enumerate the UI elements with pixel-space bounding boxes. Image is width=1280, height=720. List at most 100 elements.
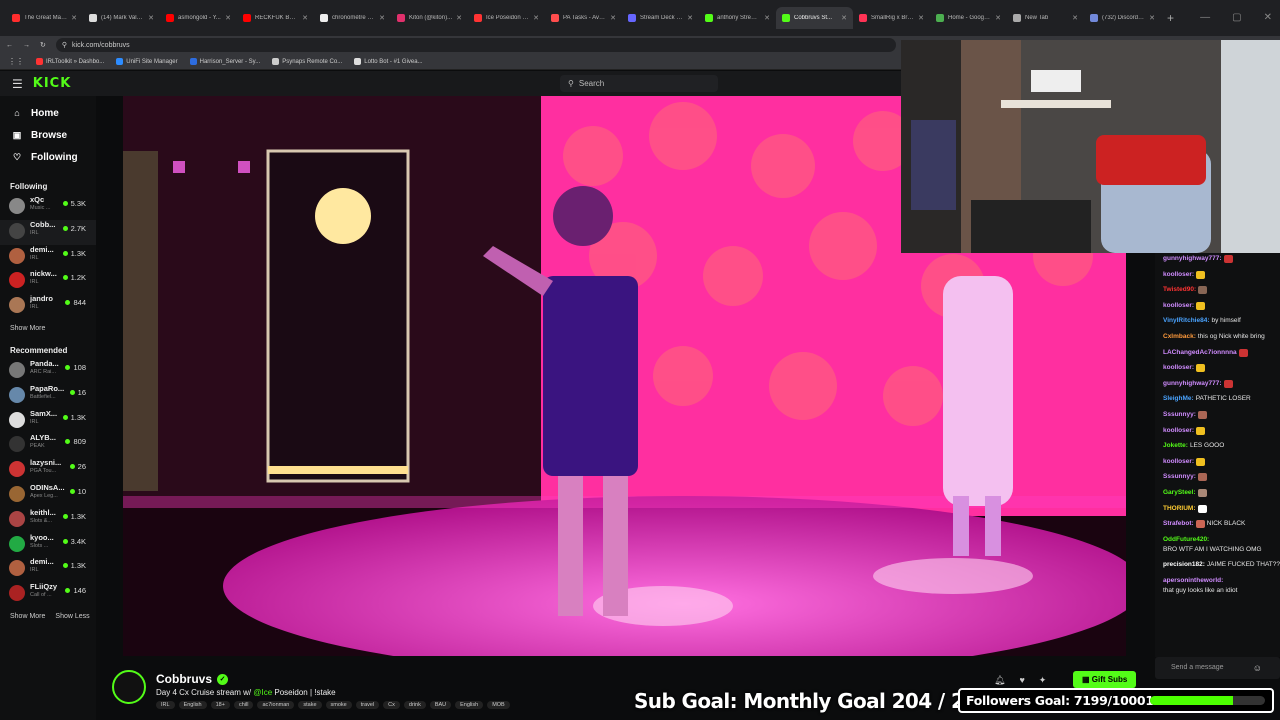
emote-picker-icon[interactable]: ☺ <box>1253 663 1262 673</box>
channel-avatar[interactable] <box>112 670 146 704</box>
sidebar-item-following[interactable]: ♡ Following <box>0 146 96 168</box>
tab-close-icon[interactable]: ✕ <box>225 14 231 22</box>
tab-close-icon[interactable]: ✕ <box>1149 14 1155 22</box>
stream-tag[interactable]: 18+ <box>210 701 230 709</box>
channel-list-item[interactable]: SamX... IRL 1.3K <box>0 409 96 434</box>
maximize-icon[interactable]: ▢ <box>1232 12 1241 23</box>
chat-username[interactable]: gunnyhighway777: <box>1163 380 1222 388</box>
stream-tag[interactable]: MOB <box>487 701 510 709</box>
stream-tag[interactable]: ac7ionman <box>257 701 295 709</box>
close-icon[interactable]: ✕ <box>1264 12 1272 23</box>
follow-heart-icon[interactable]: ♥ <box>1019 675 1024 686</box>
search-input[interactable]: ⚲ Search <box>560 75 718 92</box>
browser-tab[interactable]: (14) Mark Valo... ✕ <box>83 7 160 29</box>
channel-list-item[interactable]: ALYB... PEAK 809 <box>0 433 96 458</box>
forward-icon[interactable]: → <box>23 42 30 49</box>
browser-tab[interactable]: Ice Poseidon | T... ✕ <box>468 7 545 29</box>
channel-name[interactable]: Cobbruvs <box>156 672 212 686</box>
bookmark-item[interactable]: Harrison_Server - Sy... <box>189 58 260 65</box>
channel-list-item[interactable]: keithl... Slots &... 1.3K <box>0 508 96 533</box>
chat-username[interactable]: koolloser: <box>1163 302 1194 310</box>
chat-username[interactable]: koolloser: <box>1163 271 1194 279</box>
tab-close-icon[interactable]: ✕ <box>687 14 693 22</box>
chat-username[interactable]: VinylRitchie84: <box>1163 317 1209 325</box>
menu-icon[interactable]: ☰ <box>12 77 23 91</box>
share-icon[interactable]: ✦ <box>1039 675 1047 686</box>
stream-tag[interactable]: English <box>178 701 207 709</box>
browser-tab[interactable]: Home - Google... ✕ <box>930 7 1007 29</box>
chat-input[interactable]: Send a message ☺ <box>1155 657 1280 679</box>
browser-tab[interactable]: The Great Mar... ✕ <box>6 7 83 29</box>
chat-username[interactable]: Strafebot: <box>1163 520 1194 528</box>
show-more-recommended-button[interactable]: Show More <box>10 613 45 620</box>
browser-tab[interactable]: asmongold - Y... ✕ <box>160 7 237 29</box>
chat-username[interactable]: koolloser: <box>1163 364 1194 372</box>
browser-tab[interactable]: SmallRig x Bran...✕ <box>853 7 930 29</box>
url-field[interactable]: ⚲ kick.com/cobbruvs <box>55 38 896 52</box>
tab-close-icon[interactable]: ✕ <box>302 14 308 22</box>
chat-username[interactable]: Sssunnyy: <box>1163 473 1196 481</box>
browser-tab[interactable]: anthony Stream... ✕ <box>699 7 776 29</box>
stream-tag[interactable]: smoke <box>325 701 352 709</box>
browser-tab[interactable]: Kiton (@kiton)... ✕ <box>391 7 468 29</box>
chat-username[interactable]: Jokette: <box>1163 442 1188 450</box>
show-less-button[interactable]: Show Less <box>55 613 89 620</box>
sidebar-item-home[interactable]: ⌂ Home <box>0 102 96 124</box>
channel-list-item[interactable]: Cobb... IRL 2.7K <box>0 219 96 245</box>
channel-list-item[interactable]: xQc Music ... 5.3K <box>0 195 96 220</box>
chat-username[interactable]: koolloser: <box>1163 427 1194 435</box>
stream-tag[interactable]: drink <box>403 701 426 709</box>
chat-username[interactable]: koolloser: <box>1163 458 1194 466</box>
tab-close-icon[interactable]: ✕ <box>764 14 770 22</box>
show-more-following-button[interactable]: Show More <box>10 325 45 332</box>
chat-username[interactable]: apersonintheworld: <box>1163 577 1223 585</box>
tab-close-icon[interactable]: ✕ <box>456 14 462 22</box>
browser-tab[interactable]: RECKFUK BURG...✕ <box>237 7 314 29</box>
tab-close-icon[interactable]: ✕ <box>71 14 77 22</box>
notification-bell-icon[interactable]: 🔔︎ <box>994 675 1005 686</box>
kick-logo[interactable]: KICK <box>33 76 72 91</box>
channel-list-item[interactable]: demi... IRL 1.3K <box>0 557 96 582</box>
tab-close-icon[interactable]: ✕ <box>995 14 1001 22</box>
bookmark-item[interactable]: Lotto Bot - #1 Givea... <box>354 58 423 65</box>
channel-list-item[interactable]: demi... IRL 1.3K <box>0 245 96 270</box>
minimize-icon[interactable]: — <box>1200 12 1210 23</box>
new-tab-icon[interactable]: + <box>1167 11 1174 25</box>
chat-username[interactable]: Cxlmback: <box>1163 333 1196 341</box>
stream-title-mention[interactable]: @Ice <box>253 688 272 697</box>
tab-close-icon[interactable]: ✕ <box>379 14 385 22</box>
channel-list-item[interactable]: kyoo... Slots ... 3.4K <box>0 533 96 558</box>
back-icon[interactable]: ← <box>6 42 13 49</box>
chat-username[interactable]: gunnyhighway777: <box>1163 255 1222 263</box>
stream-tag[interactable]: BAU <box>429 701 452 709</box>
chat-username[interactable]: GarySteel: <box>1163 489 1196 497</box>
apps-icon[interactable]: ⋮⋮ <box>8 57 24 66</box>
browser-tab[interactable]: (732) Discord |... ✕ <box>1084 7 1161 29</box>
stream-tag[interactable]: English <box>455 701 484 709</box>
bookmark-item[interactable]: UniFi Site Manager <box>116 58 178 65</box>
bookmark-item[interactable]: IRLToolkit » Dashbo... <box>36 58 104 65</box>
gift-subs-button[interactable]: ▦ Gift Subs <box>1073 671 1137 688</box>
bookmark-item[interactable]: Psynaps Remote Co... <box>272 58 342 65</box>
channel-list-item[interactable]: Panda... ARC Rai... 108 <box>0 359 96 384</box>
channel-list-item[interactable]: ODINsA... Apex Leg... 10 <box>0 483 96 508</box>
tab-close-icon[interactable]: ✕ <box>841 14 847 22</box>
channel-list-item[interactable]: nickw... IRL 1.2K <box>0 269 96 294</box>
channel-list-item[interactable]: jandro IRL 844 <box>0 294 96 319</box>
stream-tag[interactable]: chill <box>233 701 254 709</box>
chat-username[interactable]: LAChangedAc7ionnnna <box>1163 349 1237 357</box>
chat-username[interactable]: SleighMe: <box>1163 395 1194 403</box>
channel-list-item[interactable]: PapaRo... Battlefiel... 16 <box>0 384 96 409</box>
sidebar-item-browse[interactable]: ▣ Browse <box>0 124 96 146</box>
browser-tab[interactable]: Cobbruvs St... ✕ <box>776 7 853 29</box>
chat-username[interactable]: OddFuture420: <box>1163 536 1209 544</box>
stream-tag[interactable]: stake <box>298 701 322 709</box>
browser-tab[interactable]: PA Tasks - Ava... ✕ <box>545 7 622 29</box>
tab-close-icon[interactable]: ✕ <box>533 14 539 22</box>
browser-tab[interactable]: New Tab ✕ <box>1007 7 1084 29</box>
channel-list-item[interactable]: lazysni... PGA Tou... 26 <box>0 458 96 483</box>
browser-tab[interactable]: chronomètre en... ✕ <box>314 7 391 29</box>
site-info-icon[interactable]: ⚲ <box>62 41 67 49</box>
stream-tag[interactable]: Cx <box>383 701 400 709</box>
tab-close-icon[interactable]: ✕ <box>918 14 924 22</box>
